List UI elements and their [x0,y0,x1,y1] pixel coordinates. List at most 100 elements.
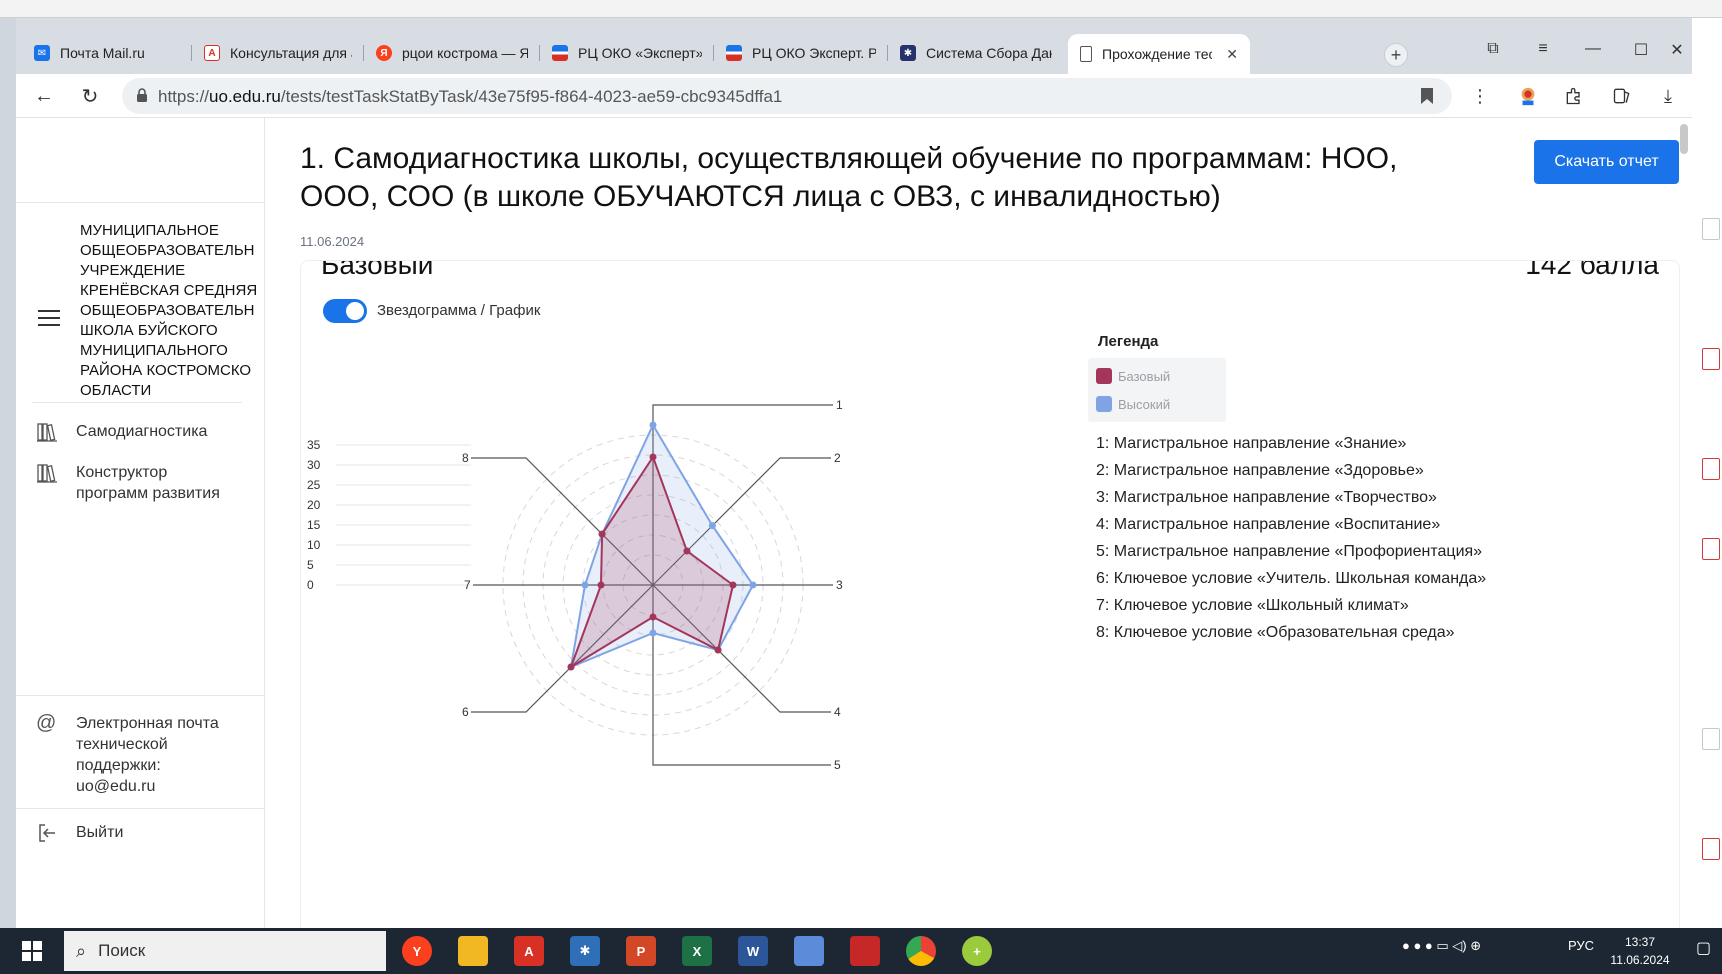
desktop-file-icon[interactable] [1702,348,1720,370]
legend-series-high[interactable]: Высокий [1096,390,1218,418]
chart-mode-toggle[interactable] [323,299,367,323]
tab-collections-icon[interactable]: ⧉ [1478,40,1508,58]
desktop-file-icon[interactable] [1702,838,1720,860]
desktop-file-icon[interactable] [1702,538,1720,560]
download-icon[interactable]: ⤓ [1656,84,1680,108]
url-field[interactable]: https://uo.edu.ru/tests/testTaskStatByTa… [122,78,1452,114]
scanner-icon[interactable] [794,936,824,966]
series-point [649,421,657,429]
page: МУНИЦИПАЛЬНОЕ ОБЩЕОБРАЗОВАТЕЛЬН УЧРЕЖДЕН… [16,118,1692,940]
tab-consultation[interactable]: A Консультация для ад [192,36,364,70]
extensions-puzzle-icon[interactable] [1562,84,1586,108]
legend-axis-item: 1: Магистральное направление «Знание» [1096,435,1407,452]
at-sign-icon: @ [36,712,57,734]
hamburger-menu-icon[interactable] [38,310,60,326]
maximize-icon[interactable]: ☐ [1626,40,1656,60]
windows-start-icon[interactable] [22,941,42,961]
divider [16,808,264,809]
radar-axis-label: 8 [462,451,469,465]
pdf-icon: A [204,45,220,61]
clock-time: 13:37 [1624,935,1656,949]
url-text: https://uo.edu.ru/tests/testTaskStatByTa… [158,87,783,106]
sidebar-item-self-diagnostics[interactable]: Самодиагностика [36,421,236,443]
series-point [597,581,605,589]
close-tab-icon[interactable]: ✕ [1226,46,1238,63]
search-label: Поиск [98,941,146,960]
sidebar-item-label: Конструктор программ развития [76,464,220,502]
reader-icon[interactable] [1610,84,1634,108]
legend: Легенда Базовый Высокий 1: Магистральное… [1084,333,1679,646]
yandex-icon: Я [376,45,392,61]
scale-tick-label: 20 [307,498,321,512]
tab-oko-1[interactable]: РЦ ОКО «Эксперт». С [540,36,714,70]
series-swatch [1096,396,1112,412]
series-point [683,547,691,555]
yandex-browser-icon[interactable]: Y [402,936,432,966]
bookmark-icon[interactable] [1420,87,1434,105]
desktop-file-icon[interactable] [1702,728,1720,750]
sidebar-item-program-constructor[interactable]: Конструктор программ развития [36,462,236,504]
desktop-file-icon[interactable] [1702,218,1720,240]
tab-data-system[interactable]: ✱ Система Сбора Данн [888,36,1064,70]
flag-icon [552,45,568,61]
desktop-left-edge [0,18,16,928]
desktop-file-icon[interactable] [1702,458,1720,480]
tab-yandex[interactable]: Я рцои кострома — Ян [364,36,540,70]
tab-test-active[interactable]: Прохождение тес ✕ [1068,34,1250,74]
series-point [649,453,657,461]
sidebar-support-email[interactable]: @ Электронная почта технической поддержк… [36,713,236,797]
tray-icons[interactable]: ● ● ● ▭ ◁) ⊕ [1402,938,1481,954]
sidebar: МУНИЦИПАЛЬНОЕ ОБЩЕОБРАЗОВАТЕЛЬН УЧРЕЖДЕН… [16,118,265,928]
clock-date: 11.06.2024 [1610,953,1670,967]
page-scrollbar[interactable] [1680,124,1688,154]
clock[interactable]: 13:37 11.06.2024 [1600,933,1680,969]
organization-name: МУНИЦИПАЛЬНОЕ ОБЩЕОБРАЗОВАТЕЛЬН УЧРЕЖДЕН… [80,222,258,399]
reload-icon[interactable]: ↻ [76,82,104,110]
logout-button[interactable]: Выйти [36,822,236,844]
series-point [714,646,722,654]
back-arrow-icon[interactable]: ← [30,82,58,110]
download-report-button[interactable]: Скачать отчет [1534,140,1679,184]
notifications-icon[interactable]: ▢ [1696,938,1711,958]
legend-axis-item: 8: Ключевое условие «Образовательная сре… [1096,624,1455,641]
legend-axis-item: 2: Магистральное направление «Здоровье» [1096,462,1424,479]
series-label: Базовый [1118,368,1171,384]
extension-avatar-icon[interactable] [1516,84,1540,108]
tab-oko-2[interactable]: РЦ ОКО Эксперт. Ре [714,36,888,70]
browser-window: ✉ Почта Mail.ru A Консультация для ад Я … [16,18,1692,940]
support-email-label: Электронная почта технической поддержки:… [76,715,219,795]
books-icon [37,423,57,442]
language-indicator[interactable]: РУС [1568,938,1594,953]
legend-axis-item: 4: Магистральное направление «Воспитание… [1096,516,1441,533]
legend-axis-item: 6: Ключевое условие «Учитель. Школьная к… [1096,570,1487,587]
app-icon[interactable]: ✱ [570,936,600,966]
close-window-icon[interactable]: ✕ [1662,40,1692,60]
taskbar-search[interactable]: ⌕ Поиск [64,931,386,971]
radar-axis-label: 1 [836,398,843,412]
excel-icon[interactable]: X [682,936,712,966]
tab-title: РЦ ОКО Эксперт. Ре [752,45,876,61]
word-icon[interactable]: W [738,936,768,966]
calendar-icon[interactable] [850,936,880,966]
tab-title: РЦ ОКО «Эксперт». С [578,45,702,61]
radar-axis-label: 4 [834,705,841,719]
minimize-icon[interactable]: — [1578,40,1608,58]
powerpoint-icon[interactable]: P [626,936,656,966]
app-plus-icon[interactable]: + [962,936,992,966]
search-icon: ⌕ [76,940,87,961]
more-vertical-icon[interactable]: ⋮ [1468,84,1492,108]
chrome-icon[interactable] [906,936,936,966]
address-bar: ← ↻ https://uo.edu.ru/tests/testTaskStat… [16,74,1692,118]
main-content: 1. Самодиагностика школы, осуществляющей… [266,118,1692,940]
legend-series-base[interactable]: Базовый [1096,362,1218,390]
menu-icon[interactable]: ≡ [1528,40,1558,58]
taskbar: ⌕ Поиск Y A ✱ P X W + ● ● ● ▭ ◁) ⊕ РУС 1… [0,928,1722,974]
divider [16,695,264,696]
mail-icon: ✉ [34,45,50,61]
radar-axis-label: 3 [836,578,843,592]
pdf-reader-icon[interactable]: A [514,936,544,966]
tab-mail[interactable]: ✉ Почта Mail.ru [22,36,192,70]
new-tab-button[interactable]: + [1384,43,1408,67]
file-explorer-icon[interactable] [458,936,488,966]
scale-tick-label: 25 [307,478,321,492]
